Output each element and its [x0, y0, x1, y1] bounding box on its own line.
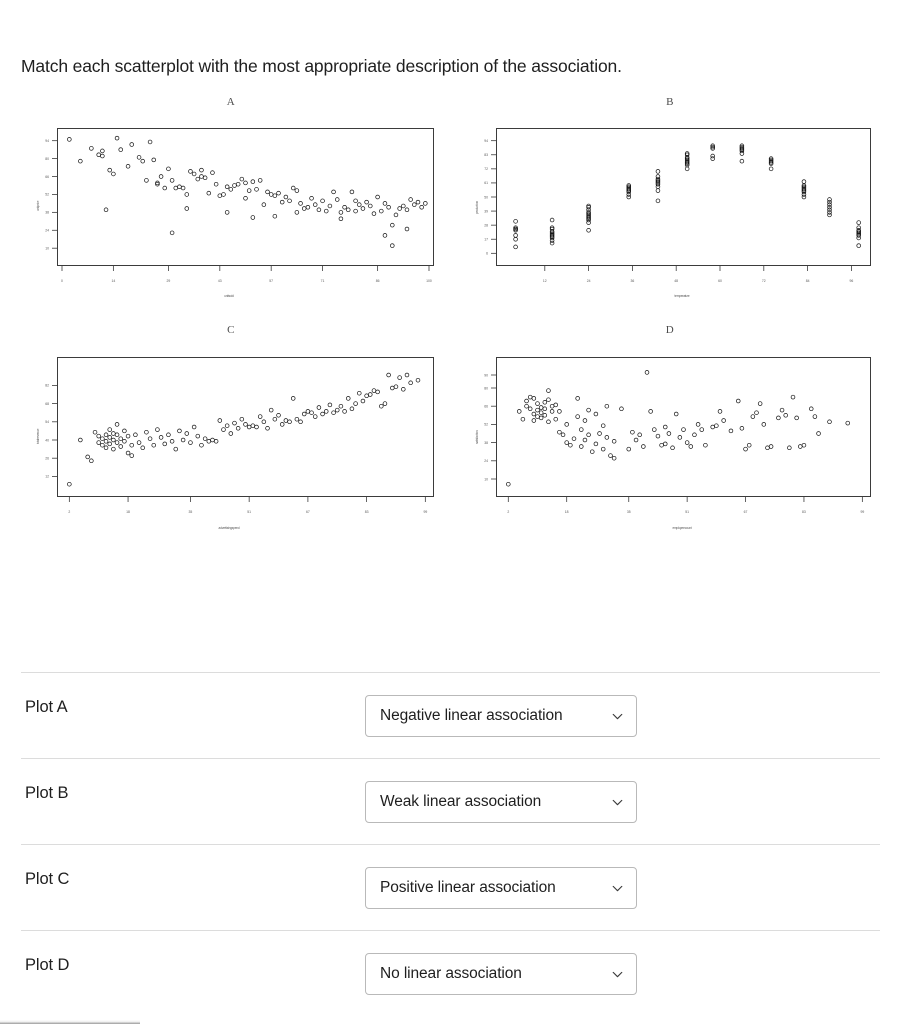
svg-text:2: 2	[507, 510, 509, 514]
svg-text:26: 26	[45, 457, 49, 461]
svg-text:72: 72	[762, 279, 766, 283]
svg-text:54: 54	[45, 420, 49, 424]
dropdown-plot-c-value: Positive linear association	[380, 879, 556, 896]
svg-text:90: 90	[484, 373, 488, 377]
scatterplot-d-ylabel: satisfaction	[475, 430, 479, 444]
svg-text:82: 82	[45, 384, 49, 388]
dropdown-plot-b[interactable]: Weak linear association	[365, 781, 637, 823]
svg-text:66: 66	[45, 175, 49, 179]
svg-text:99: 99	[423, 510, 427, 514]
page-title: Match each scatterplot with the most app…	[21, 56, 622, 76]
svg-text:52: 52	[484, 423, 488, 427]
svg-text:12: 12	[45, 475, 49, 479]
svg-text:24: 24	[484, 459, 488, 463]
svg-text:67: 67	[744, 510, 748, 514]
svg-text:39: 39	[484, 209, 488, 213]
svg-text:28: 28	[484, 223, 488, 227]
answer-row-d: Plot D No linear association	[0, 930, 901, 1016]
scatterplot-a: A 0 14 29 43 57 71 86 100 10 24 38 52 66 80 94 unitpri…	[21, 96, 441, 306]
svg-text:80: 80	[484, 386, 488, 390]
svg-text:6: 6	[486, 252, 488, 256]
scatterplot-b-xlabel: temperature	[674, 294, 690, 298]
svg-text:60: 60	[718, 279, 722, 283]
svg-text:18: 18	[565, 510, 569, 514]
svg-text:94: 94	[45, 139, 49, 143]
svg-text:96: 96	[850, 279, 854, 283]
svg-text:99: 99	[860, 510, 864, 514]
answer-row-c: Plot C Positive linear association	[0, 844, 901, 930]
svg-text:83: 83	[365, 510, 369, 514]
svg-text:83: 83	[484, 153, 488, 157]
dropdown-plot-a-value: Negative linear association	[380, 707, 563, 724]
dropdown-plot-d[interactable]: No linear association	[365, 953, 637, 995]
chevron-down-icon	[612, 883, 623, 894]
scatterplot-b-canvas: 12 24 36 48 60 72 84 96 6 17 28 39 50 61 72 83 94	[484, 139, 861, 283]
svg-text:10: 10	[484, 477, 488, 481]
scatterplot-d-xlabel: employeecount	[672, 526, 692, 530]
svg-text:100: 100	[426, 279, 432, 283]
answer-row-a: Plot A Negative linear association	[0, 672, 901, 758]
answer-row-b-label: Plot B	[25, 784, 69, 802]
scatterplot-c: C 2 18 35 51 67 83 99 12 26 40 54 68 82 totalrevenue…	[21, 324, 441, 539]
svg-text:67: 67	[306, 510, 310, 514]
answer-row-d-label: Plot D	[25, 956, 70, 974]
svg-text:94: 94	[484, 139, 488, 143]
svg-text:83: 83	[802, 510, 806, 514]
scatterplot-c-ylabel: totalrevenue	[36, 428, 40, 444]
svg-text:71: 71	[321, 279, 325, 283]
svg-text:57: 57	[269, 279, 273, 283]
svg-text:35: 35	[189, 510, 193, 514]
scatterplot-grid: A 0 14 29 43 57 71 86 100 10 24 38 52 66 80 94 unitpri…	[0, 96, 901, 546]
answer-row-b: Plot B Weak linear association	[0, 758, 901, 844]
svg-text:36: 36	[631, 279, 635, 283]
svg-text:48: 48	[674, 279, 678, 283]
svg-text:40: 40	[45, 438, 49, 442]
scatterplot-a-ylabel: unitprice	[36, 200, 40, 211]
svg-text:86: 86	[376, 279, 380, 283]
svg-text:24: 24	[45, 229, 49, 233]
dropdown-plot-c[interactable]: Positive linear association	[365, 867, 637, 909]
svg-text:61: 61	[484, 181, 488, 185]
chevron-down-icon	[612, 797, 623, 808]
scatterplot-a-canvas: 0 14 29 43 57 71 86 100 10 24 38 52 66 80 94	[45, 135, 432, 283]
svg-text:0: 0	[61, 279, 63, 283]
svg-text:2: 2	[68, 510, 70, 514]
svg-text:43: 43	[218, 279, 222, 283]
svg-text:51: 51	[247, 510, 251, 514]
scatterplot-c-xlabel: advertisingspend	[218, 526, 240, 530]
svg-text:10: 10	[45, 247, 49, 251]
svg-text:72: 72	[484, 167, 488, 171]
svg-text:66: 66	[484, 405, 488, 409]
scatterplot-c-canvas: 2 18 35 51 67 83 99 12 26 40 54 68 82	[45, 372, 427, 514]
dropdown-plot-a[interactable]: Negative linear association	[365, 695, 637, 737]
window-bottom-edge	[0, 1020, 140, 1024]
answer-row-c-label: Plot C	[25, 870, 70, 888]
svg-text:35: 35	[627, 510, 631, 514]
scatterplot-d: D 2 18 35 51 67 83 99 10 24 38 52 66 80 90 satisfacti…	[460, 324, 880, 539]
scatterplot-b-ylabel: production	[475, 201, 479, 214]
dropdown-plot-b-value: Weak linear association	[380, 793, 542, 810]
svg-text:50: 50	[484, 195, 488, 199]
svg-text:17: 17	[484, 238, 488, 242]
svg-text:38: 38	[45, 211, 49, 215]
answer-row-a-label: Plot A	[25, 698, 68, 716]
svg-text:68: 68	[45, 402, 49, 406]
svg-text:84: 84	[806, 279, 810, 283]
svg-text:52: 52	[45, 193, 49, 197]
svg-text:29: 29	[167, 279, 171, 283]
svg-text:18: 18	[126, 510, 130, 514]
svg-text:24: 24	[587, 279, 591, 283]
svg-text:51: 51	[685, 510, 689, 514]
svg-text:12: 12	[543, 279, 547, 283]
scatterplot-a-xlabel: unitsold	[224, 294, 234, 298]
scatterplot-b: B 12 24 36 48 60 72 84 96 6 17 28 39 50 61 72 83 94 prod…	[460, 96, 880, 306]
svg-text:80: 80	[45, 157, 49, 161]
svg-text:38: 38	[484, 441, 488, 445]
chevron-down-icon	[612, 969, 623, 980]
chevron-down-icon	[612, 711, 623, 722]
svg-text:14: 14	[111, 279, 115, 283]
dropdown-plot-d-value: No linear association	[380, 965, 522, 982]
scatterplot-d-canvas: 2 18 35 51 67 83 99 10 24 38 52 66 80 90	[484, 370, 864, 514]
